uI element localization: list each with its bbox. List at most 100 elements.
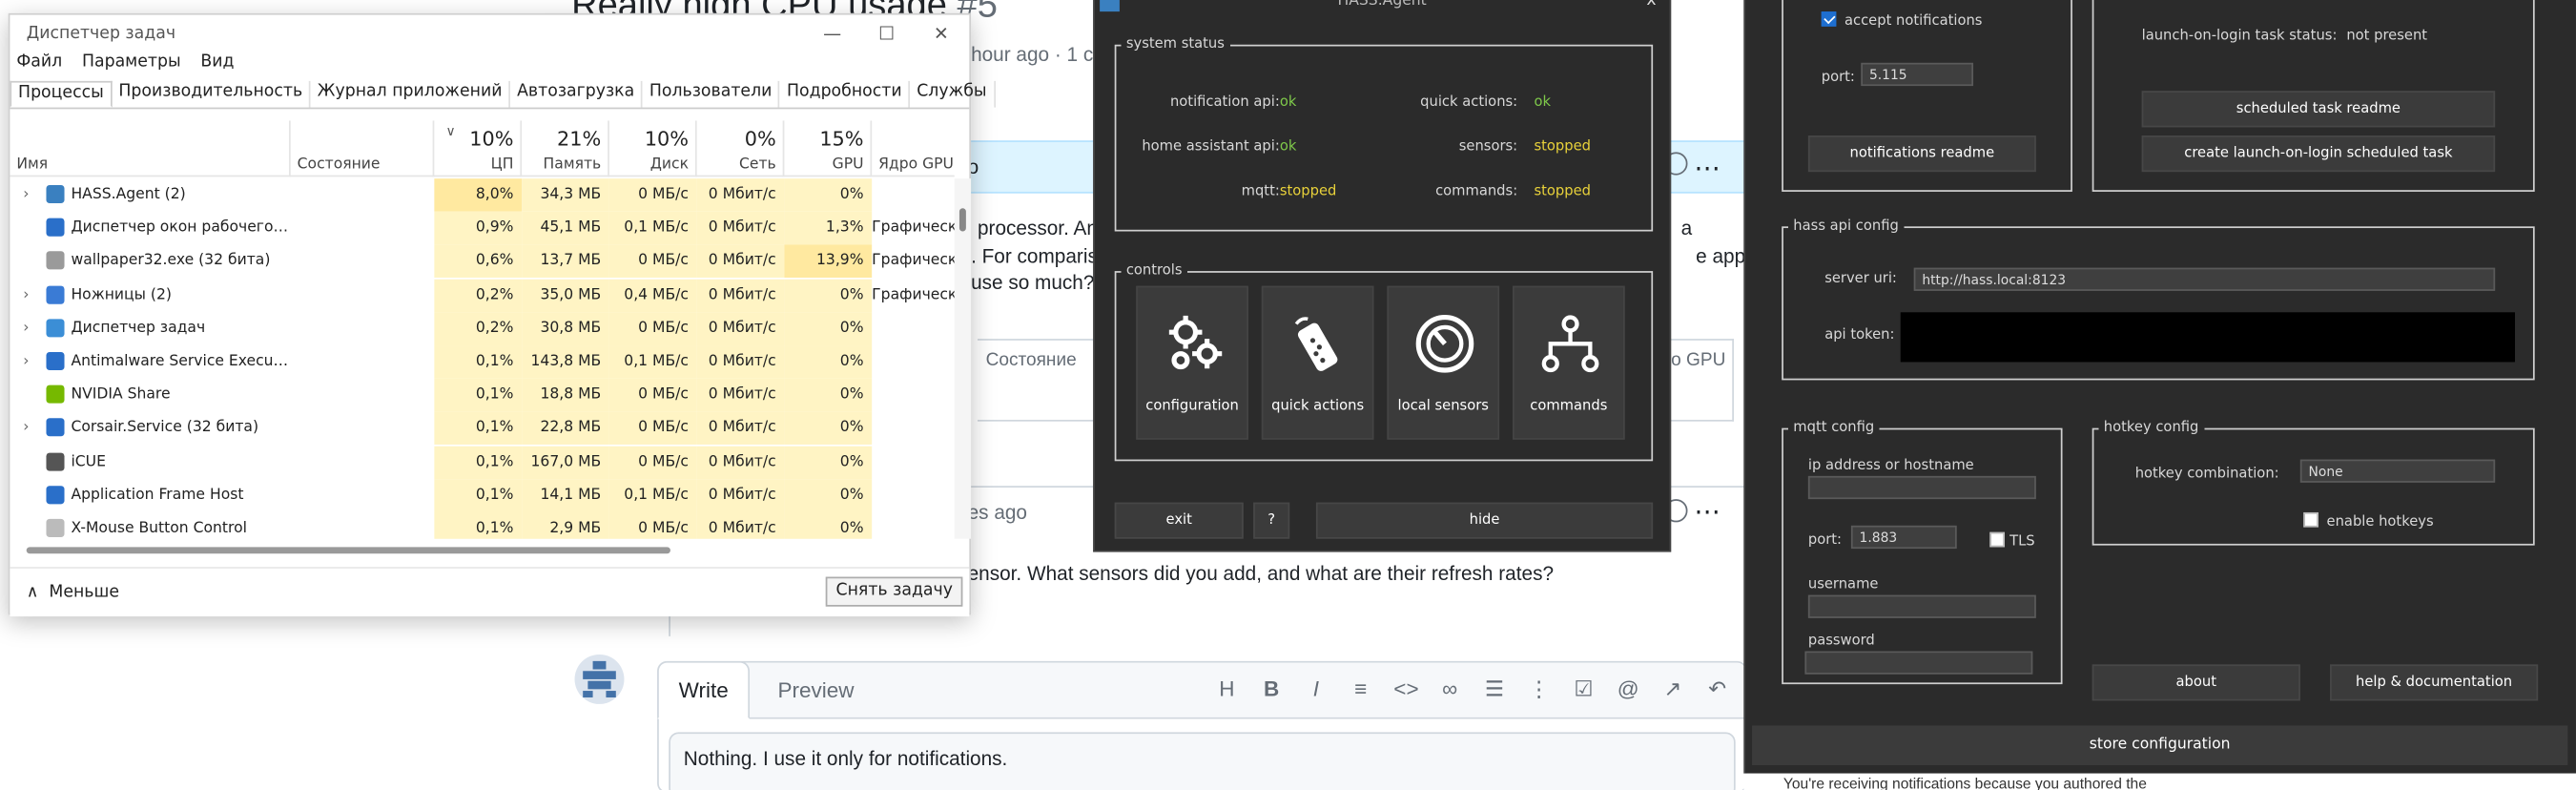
col-cpu[interactable]: 10% ЦП (434, 120, 523, 177)
cell-state (291, 245, 435, 279)
notifications-port-input[interactable]: 5.115 (1861, 62, 1974, 87)
table-row[interactable]: NVIDIA Share 0,1% 18,8 МБ 0 МБ/с 0 Мбит/с 0% (10, 378, 954, 412)
col-name[interactable]: Имя (10, 120, 291, 177)
mqtt-ip-input[interactable] (1807, 475, 2036, 500)
table-row[interactable]: iCUE 0,1% 167,0 МБ 0 МБ/с 0 Мбит/с 0% (10, 445, 955, 479)
menu-bar: Файл Параметры Вид (16, 52, 234, 71)
server-uri-input[interactable]: http://hass.local:8123 (1913, 267, 2496, 291)
cell-engine: Графическ (872, 286, 955, 304)
comment-menu-icon[interactable]: ⋯ (1694, 152, 1721, 185)
store-configuration-button[interactable]: store configuration (1752, 725, 2568, 766)
comment-textarea[interactable]: Nothing. I use it only for notifications… (669, 732, 1736, 790)
process-icon (46, 385, 65, 404)
expand-chevron-icon[interactable]: › (23, 312, 29, 345)
expand-chevron-icon[interactable]: › (23, 279, 29, 312)
cell-disk: 0,1 МБ/с (608, 345, 697, 379)
comment2-menu-icon[interactable]: ⋯ (1694, 496, 1721, 530)
ordered-list-icon[interactable]: ⋮ (1528, 676, 1551, 702)
expand-chevron-icon[interactable]: › (23, 412, 29, 446)
configuration-button[interactable]: configuration (1136, 285, 1248, 440)
tab-preview[interactable]: Preview (758, 663, 875, 721)
col-gpu[interactable]: 15% GPU (784, 120, 873, 177)
commands-value: stopped (1534, 183, 1592, 200)
tab-processes[interactable]: Процессы (10, 80, 113, 108)
table-row[interactable]: X-Mouse Button Control 0,1% 2,9 МБ 0 МБ/с 0 … (10, 511, 954, 539)
table-row[interactable]: › Ножницы (2) 0,2% 35,0 МБ 0,4 МБ/с 0 Мбит/с 0… (10, 279, 955, 312)
notifications-readme-button[interactable]: notifications readme (1807, 135, 2036, 173)
reference-icon[interactable]: ↗ (1661, 676, 1684, 702)
expand-chevron-icon[interactable]: › (23, 178, 29, 212)
accept-notifications-checkbox[interactable] (1821, 11, 1837, 27)
horizontal-scrollbar[interactable] (26, 547, 670, 554)
table-row[interactable]: › HASS.Agent (2) 8,0% 34,3 МБ 0 МБ/с 0 Мбит/с… (10, 178, 954, 212)
close-icon[interactable]: ✕ (917, 18, 966, 52)
task-list-icon[interactable]: ☑ (1572, 676, 1595, 702)
commands-button[interactable]: commands (1512, 285, 1625, 440)
mqtt-username-input[interactable] (1807, 594, 2036, 618)
table-row[interactable]: Application Frame Host 0,1% 14,1 МБ 0,1 МБ/… (10, 478, 954, 512)
heading-icon[interactable]: H (1215, 676, 1238, 702)
menu-file[interactable]: Файл (16, 52, 62, 71)
scheduled-task-readme-button[interactable]: scheduled task readme (2141, 91, 2496, 128)
enable-hotkeys-checkbox[interactable] (2303, 511, 2318, 528)
cell-engine (872, 178, 955, 212)
vertical-scrollbar[interactable] (954, 178, 972, 539)
mqtt-port-input[interactable]: 1.883 (1850, 525, 1957, 550)
mention-icon[interactable]: @ (1617, 676, 1639, 702)
hotkey-combination-input[interactable]: None (2299, 459, 2496, 483)
group-legend: system status (1125, 36, 1225, 53)
tab-startup[interactable]: Автозагрузка (510, 80, 643, 108)
quick-actions-button[interactable]: quick actions (1261, 285, 1374, 440)
about-button[interactable]: about (2092, 664, 2300, 701)
maximize-icon[interactable]: ☐ (862, 18, 912, 52)
cell-engine (872, 446, 955, 479)
mqtt-password-input[interactable] (1804, 651, 2033, 675)
table-row[interactable]: › Диспетчер задач 0,2% 30,8 МБ 0 МБ/с 0 Мбит/… (10, 312, 954, 345)
table-row[interactable]: › Corsair.Service (32 бита) 0,1% 22,8 МБ 0 М… (10, 411, 954, 446)
process-icon (46, 284, 65, 304)
code-icon[interactable]: <> (1393, 676, 1418, 702)
tls-checkbox[interactable] (1989, 531, 2005, 548)
cell-disk: 0 МБ/с (608, 511, 697, 539)
table-row[interactable]: wallpaper32.exe (32 бита) 0,6% 13,7 МБ 0 МБ… (10, 245, 955, 279)
menu-view[interactable]: Вид (200, 52, 234, 71)
expand-chevron-icon[interactable]: › (23, 345, 29, 379)
help-documentation-button[interactable]: help & documentation (2330, 664, 2539, 701)
tab-services[interactable]: Службы (910, 80, 996, 108)
cell-net: 0 Мбит/с (696, 212, 785, 245)
tab-app-history[interactable]: Журнал приложений (311, 80, 511, 108)
tab-write[interactable]: Write (657, 660, 751, 719)
exit-button[interactable]: exit (1114, 502, 1244, 539)
tab-users[interactable]: Пользователи (643, 80, 781, 108)
col-disk[interactable]: 10% Диск (609, 120, 697, 177)
end-task-button[interactable]: Снять задачу (826, 576, 963, 607)
tab-performance[interactable]: Производительность (112, 80, 311, 108)
table-row[interactable]: › Antimalware Service Executable 0,1% 143,8… (10, 345, 954, 379)
cell-state (291, 345, 435, 379)
link-icon[interactable]: ∞ (1438, 676, 1461, 702)
process-icon (46, 518, 65, 537)
undo-icon[interactable]: ↶ (1706, 676, 1729, 702)
tab-details[interactable]: Подробности (780, 80, 911, 108)
quote-icon[interactable]: ≡ (1350, 676, 1372, 702)
unordered-list-icon[interactable]: ☰ (1483, 676, 1506, 702)
col-memory[interactable]: 21% Память (522, 120, 609, 177)
col-state[interactable]: Состояние (291, 120, 435, 177)
bold-icon[interactable]: B (1260, 676, 1283, 702)
hide-button[interactable]: hide (1315, 502, 1654, 539)
cell-disk: 0 МБ/с (608, 178, 697, 212)
table-row[interactable]: Диспетчер окон рабочего сто... 0,9%45,1 М… (10, 212, 955, 245)
col-gpu-engine[interactable]: Ядро GPU (872, 120, 955, 177)
menu-options[interactable]: Параметры (82, 52, 181, 71)
create-scheduled-task-button[interactable]: create launch-on-login scheduled task (2141, 135, 2496, 173)
issue-meta: hour ago · 1 co (971, 43, 1104, 67)
minimize-icon[interactable]: — (808, 18, 857, 52)
italic-icon[interactable]: I (1305, 676, 1328, 702)
help-button[interactable]: ? (1253, 502, 1290, 539)
local-sensors-button[interactable]: local sensors (1387, 285, 1500, 440)
close-icon[interactable]: x (1646, 0, 1656, 10)
api-token-input[interactable] (1900, 312, 2515, 363)
col-network[interactable]: 0% Сеть (697, 120, 785, 177)
fewer-details-button[interactable]: ∧ Меньше (27, 583, 119, 601)
cell-gpu: 0% (784, 312, 873, 345)
